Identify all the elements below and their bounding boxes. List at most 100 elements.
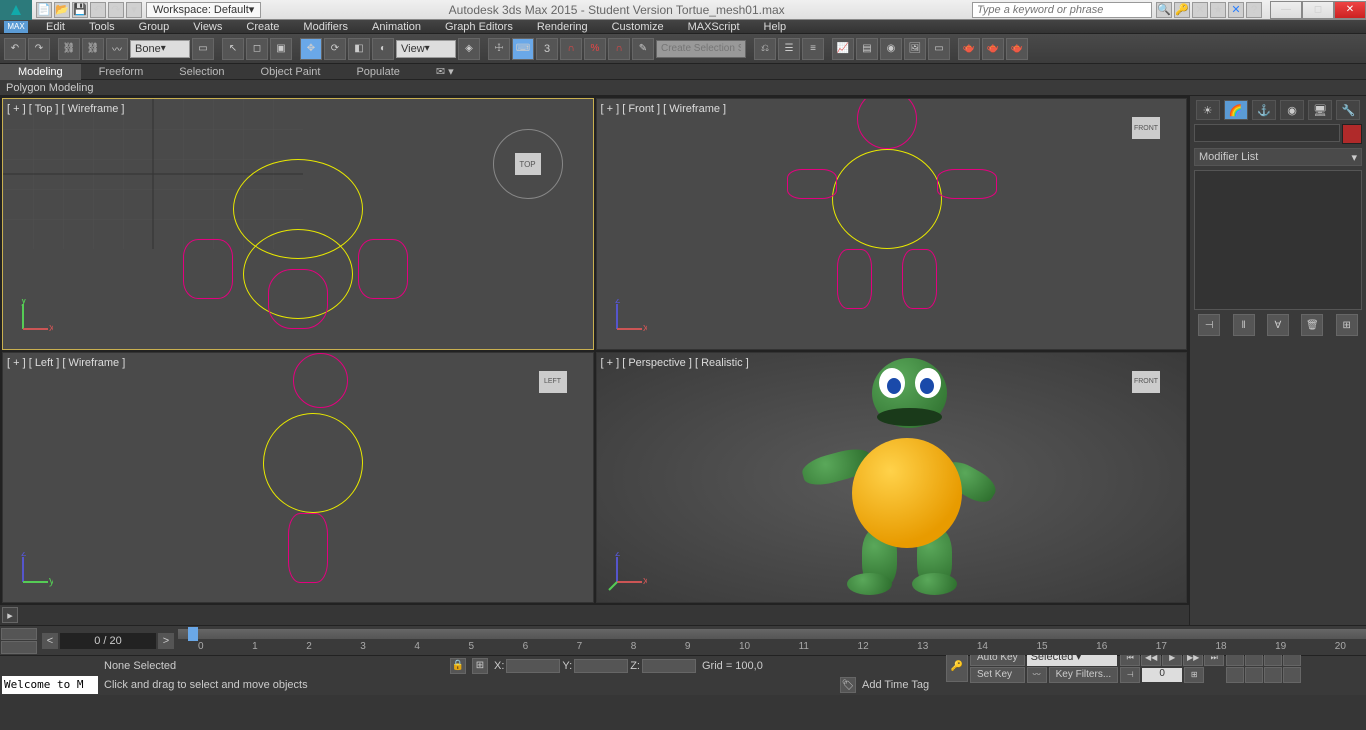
key-mode-icon[interactable]: 〰 [1027, 667, 1047, 683]
viewcube[interactable]: LEFT [533, 363, 573, 403]
ribbon-tab-objectpaint[interactable]: Object Paint [243, 64, 339, 80]
viewport-front-label[interactable]: [ + ] [ Front ] [ Wireframe ] [601, 103, 727, 115]
timeline-playhead[interactable] [188, 627, 198, 641]
mirror-button[interactable]: ⎌ [754, 38, 776, 60]
menu-tools[interactable]: Tools [77, 21, 127, 33]
schematic-button[interactable]: ▤ [856, 38, 878, 60]
time-tag-icon[interactable]: 🏷 [840, 677, 856, 693]
save-icon[interactable]: 💾 [72, 2, 88, 18]
spinner-snap-button[interactable]: ∩ [608, 38, 630, 60]
panel-tab-create[interactable]: ☀ [1196, 100, 1220, 120]
panel-tab-hierarchy[interactable]: ⚓ [1252, 100, 1276, 120]
time-config-top[interactable] [1, 628, 37, 641]
ribbon-tab-selection[interactable]: Selection [161, 64, 242, 80]
menu-help[interactable]: Help [752, 21, 799, 33]
menu-group[interactable]: Group [127, 21, 182, 33]
cursor-button[interactable]: ↖ [222, 38, 244, 60]
bind-button[interactable]: 〰 [106, 38, 128, 60]
viewport-top-label[interactable]: [ + ] [ Top ] [ Wireframe ] [7, 103, 124, 115]
manip-button[interactable]: ☩ [488, 38, 510, 60]
keyboard-shortcut-button[interactable]: ⌨ [512, 38, 534, 60]
absolute-mode-icon[interactable]: ⊞ [472, 658, 488, 674]
viewport-left[interactable]: [ + ] [ Left ] [ Wireframe ] LEFT zy [2, 352, 594, 604]
edit-named-sel-button[interactable]: ✎ [632, 38, 654, 60]
selection-filter-dropdown[interactable]: Bone ▾ [130, 40, 190, 58]
show-result-button[interactable]: ‖ [1233, 314, 1255, 336]
render-iter-button[interactable]: 🫖 [982, 38, 1004, 60]
remove-modifier-button[interactable]: 🗑 [1301, 314, 1323, 336]
render-prod-button[interactable]: 🫖 [958, 38, 980, 60]
viewport-left-label[interactable]: [ + ] [ Left ] [ Wireframe ] [7, 357, 125, 369]
nav-fov-button[interactable] [1226, 667, 1244, 683]
window-maximize[interactable]: ◻ [1302, 1, 1334, 19]
key-filters-button[interactable]: Key Filters... [1049, 667, 1119, 683]
time-config-button[interactable]: ⊞ [1184, 667, 1204, 683]
menu-graph-editors[interactable]: Graph Editors [433, 21, 525, 33]
menu-create[interactable]: Create [234, 21, 291, 33]
panel-tab-modify[interactable]: 🌈 [1224, 100, 1248, 120]
steering-icon[interactable]: ✕ [1228, 2, 1244, 18]
viewcube[interactable]: TOP [493, 129, 563, 199]
viewport-perspective[interactable]: [ + ] [ Perspective ] [ Realistic ] FRON… [596, 352, 1188, 604]
undo-button[interactable]: ↶ [4, 38, 26, 60]
menu-modifiers[interactable]: Modifiers [291, 21, 360, 33]
angle-snap-button[interactable]: ∩ [560, 38, 582, 60]
time-config-bottom[interactable] [1, 641, 37, 654]
ref-coord-dropdown[interactable]: View ▾ [396, 40, 456, 58]
menu-views[interactable]: Views [181, 21, 234, 33]
make-unique-button[interactable]: ∀ [1267, 314, 1289, 336]
frame-next-button[interactable]: > [158, 633, 174, 649]
render-active-button[interactable]: 🫖 [1006, 38, 1028, 60]
ribbon-expand-icon[interactable]: ✉ ▾ [418, 64, 472, 80]
object-color-swatch[interactable] [1342, 124, 1362, 144]
favorite-icon[interactable]: ★ [1210, 2, 1226, 18]
layers-button[interactable]: ≡ [802, 38, 824, 60]
render-setup-button[interactable]: 🖼 [904, 38, 926, 60]
select-rect-button[interactable]: ◻ [246, 38, 268, 60]
material-button[interactable]: ◉ [880, 38, 902, 60]
menu-customize[interactable]: Customize [600, 21, 676, 33]
select-window-button[interactable]: ▣ [270, 38, 292, 60]
project-icon[interactable]: ▾ [126, 2, 142, 18]
script-listener[interactable]: Welcome to M [2, 676, 98, 694]
viewport-top[interactable]: [ + ] [ Top ] [ Wireframe ] TOP yx [2, 98, 594, 350]
add-time-tag-button[interactable]: Add Time Tag [862, 679, 942, 691]
panel-tab-utilities[interactable]: 🔧 [1336, 100, 1360, 120]
help-search-input[interactable] [972, 2, 1152, 18]
render-frame-button[interactable]: ▭ [928, 38, 950, 60]
timeline-track[interactable]: 01234567891011121314151617181920 [178, 627, 1366, 655]
align-button[interactable]: ☰ [778, 38, 800, 60]
pin-stack-button[interactable]: ⊣ [1198, 314, 1220, 336]
new-icon[interactable]: 📄 [36, 2, 52, 18]
modifier-list-dropdown[interactable]: Modifier List▾ [1194, 148, 1362, 166]
placement-button[interactable]: ◐ [372, 38, 394, 60]
current-frame-input[interactable]: 0 [1142, 668, 1182, 682]
nav-orbit-button[interactable] [1264, 667, 1282, 683]
snap-toggle-button[interactable]: 3 [536, 38, 558, 60]
viewport-front[interactable]: [ + ] [ Front ] [ Wireframe ] FRONT zx [596, 98, 1188, 350]
ribbon-tab-modeling[interactable]: Modeling [0, 64, 81, 80]
ribbon-tab-populate[interactable]: Populate [338, 64, 417, 80]
exchange-icon[interactable]: ✕ [1192, 2, 1208, 18]
panel-tab-motion[interactable]: ◉ [1280, 100, 1304, 120]
z-coord-input[interactable] [642, 659, 696, 673]
undo-icon[interactable]: ↶ [90, 2, 106, 18]
y-coord-input[interactable] [574, 659, 628, 673]
set-key-button[interactable]: Set Key [970, 667, 1025, 683]
panel-tab-display[interactable]: 🖥 [1308, 100, 1332, 120]
key-mode-toggle[interactable]: ⊣ [1120, 667, 1140, 683]
viewcube[interactable]: FRONT [1126, 109, 1166, 149]
workspace-dropdown[interactable]: Workspace: Default ▾ [146, 2, 261, 18]
lock-selection-icon[interactable]: 🔒 [450, 658, 466, 674]
ribbon-panel-label[interactable]: Polygon Modeling [0, 80, 1366, 96]
ribbon-tab-freeform[interactable]: Freeform [81, 64, 162, 80]
app-logo[interactable] [0, 0, 32, 20]
x-coord-input[interactable] [506, 659, 560, 673]
redo-button[interactable]: ↷ [28, 38, 50, 60]
window-minimize[interactable]: — [1270, 1, 1302, 19]
pivot-button[interactable]: ◈ [458, 38, 480, 60]
menu-rendering[interactable]: Rendering [525, 21, 600, 33]
infocenter-icon[interactable]: 🔍 [1156, 2, 1172, 18]
percent-snap-button[interactable]: % [584, 38, 606, 60]
curve-editor-button[interactable]: 📈 [832, 38, 854, 60]
